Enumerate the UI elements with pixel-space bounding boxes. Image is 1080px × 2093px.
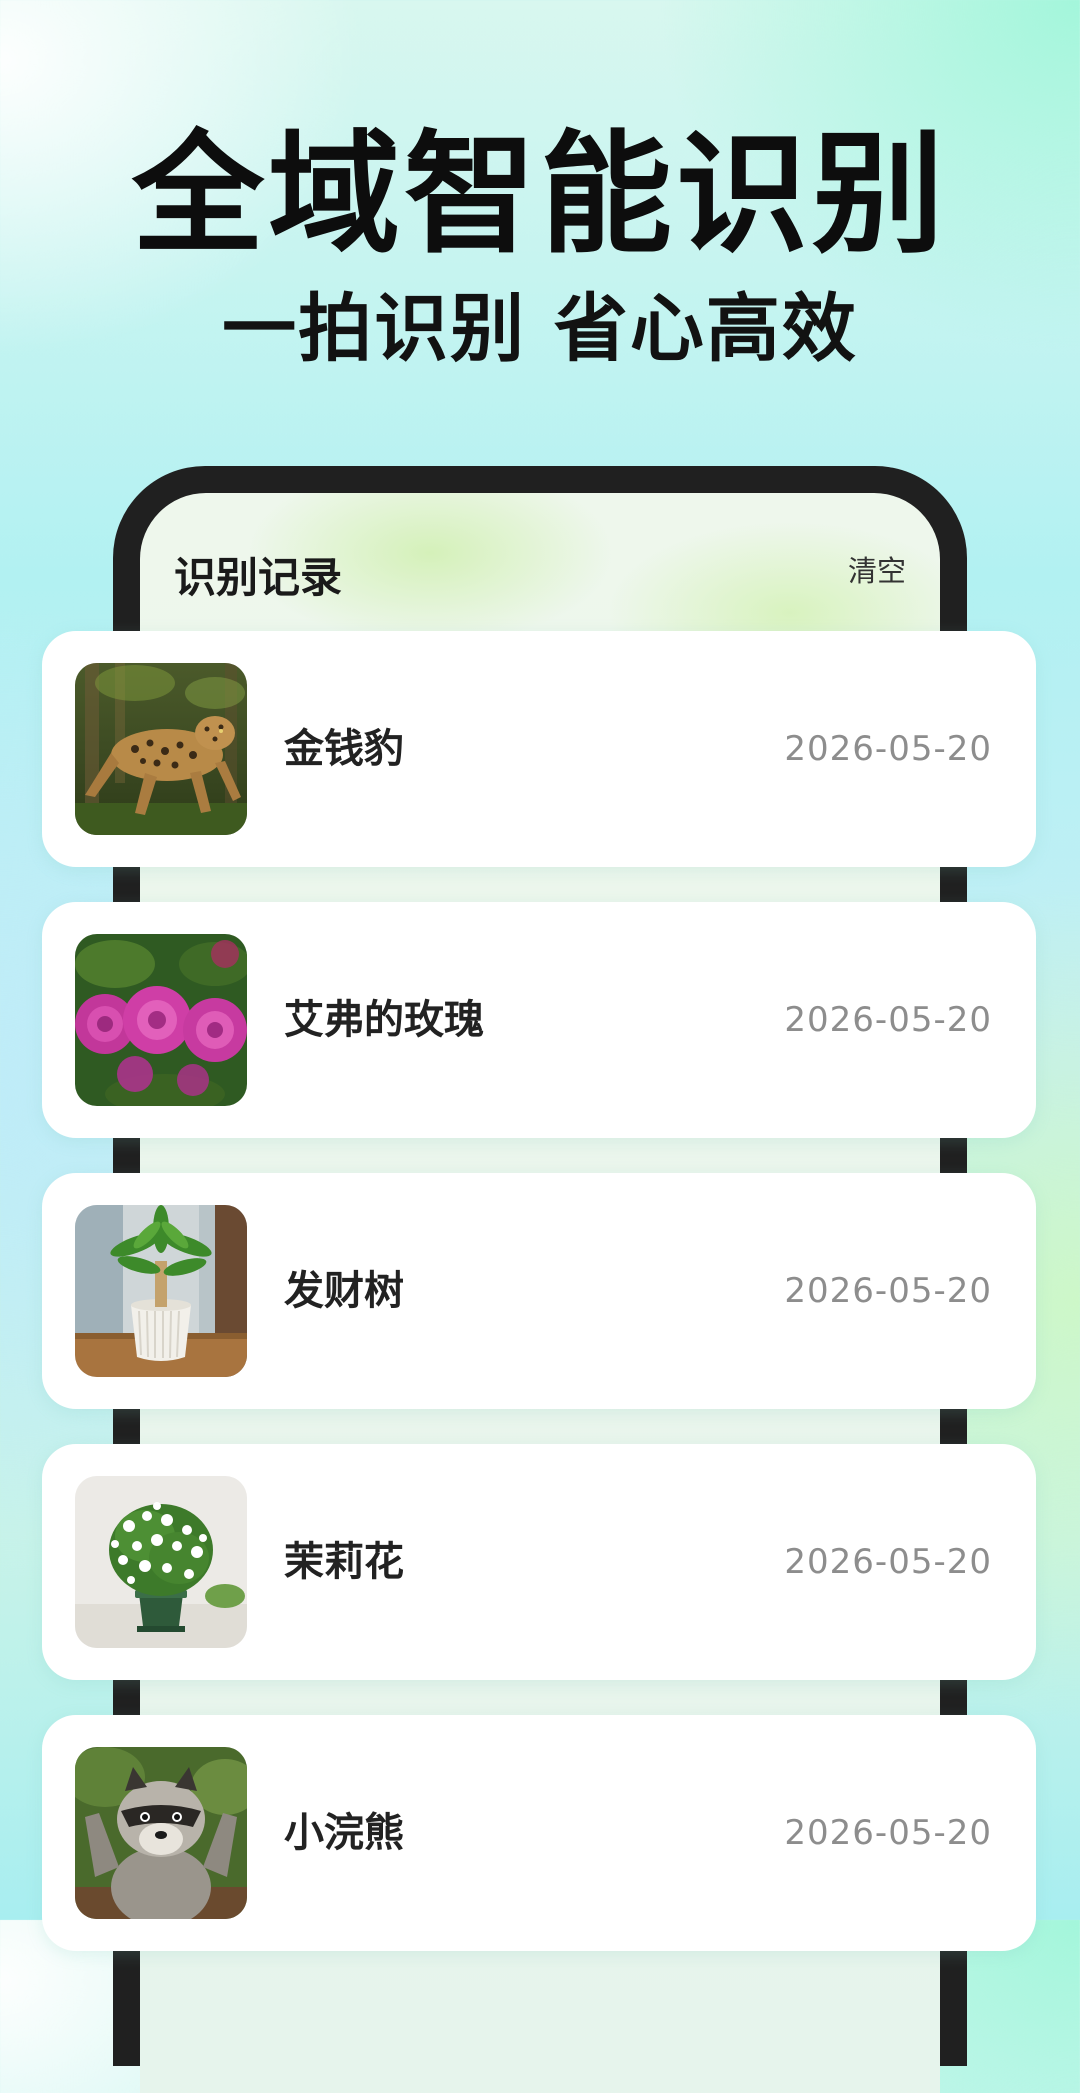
hero-subtitle: 一拍识别 省心高效: [222, 286, 858, 372]
record-date: 2026-05-20: [784, 1542, 992, 1582]
record-name: 艾弗的玫瑰: [284, 997, 484, 1043]
leopard-photo-thumbnail: [75, 663, 247, 835]
record-item[interactable]: 茉莉花 2026-05-20: [42, 1444, 1036, 1680]
record-date: 2026-05-20: [784, 1813, 992, 1853]
page-title: 识别记录: [174, 553, 343, 602]
jasmine-photo-thumbnail: [75, 1476, 247, 1648]
money-tree-photo-thumbnail: [75, 1205, 247, 1377]
raccoon-photo-icon: [75, 1747, 247, 1919]
record-item[interactable]: 金钱豹 2026-05-20: [42, 631, 1036, 867]
hero-title: 全域智能识别: [132, 118, 948, 272]
record-item[interactable]: 艾弗的玫瑰 2026-05-20: [42, 902, 1036, 1138]
leopard-photo-icon: [75, 663, 247, 835]
record-item[interactable]: 发财树 2026-05-20: [42, 1173, 1036, 1409]
rose-photo-thumbnail: [75, 934, 247, 1106]
rose-photo-icon: [75, 934, 247, 1106]
raccoon-photo-thumbnail: [75, 1747, 247, 1919]
record-date: 2026-05-20: [784, 729, 992, 769]
record-date: 2026-05-20: [784, 1271, 992, 1311]
record-date: 2026-05-20: [784, 1000, 992, 1040]
record-item[interactable]: 小浣熊 2026-05-20: [42, 1715, 1036, 1951]
money-tree-photo-icon: [75, 1205, 247, 1377]
jasmine-photo-icon: [75, 1476, 247, 1648]
record-name: 发财树: [284, 1268, 404, 1314]
record-name: 茉莉花: [284, 1539, 404, 1585]
record-name: 小浣熊: [284, 1810, 404, 1856]
clear-button[interactable]: 清空: [848, 551, 906, 591]
record-name: 金钱豹: [284, 726, 404, 772]
